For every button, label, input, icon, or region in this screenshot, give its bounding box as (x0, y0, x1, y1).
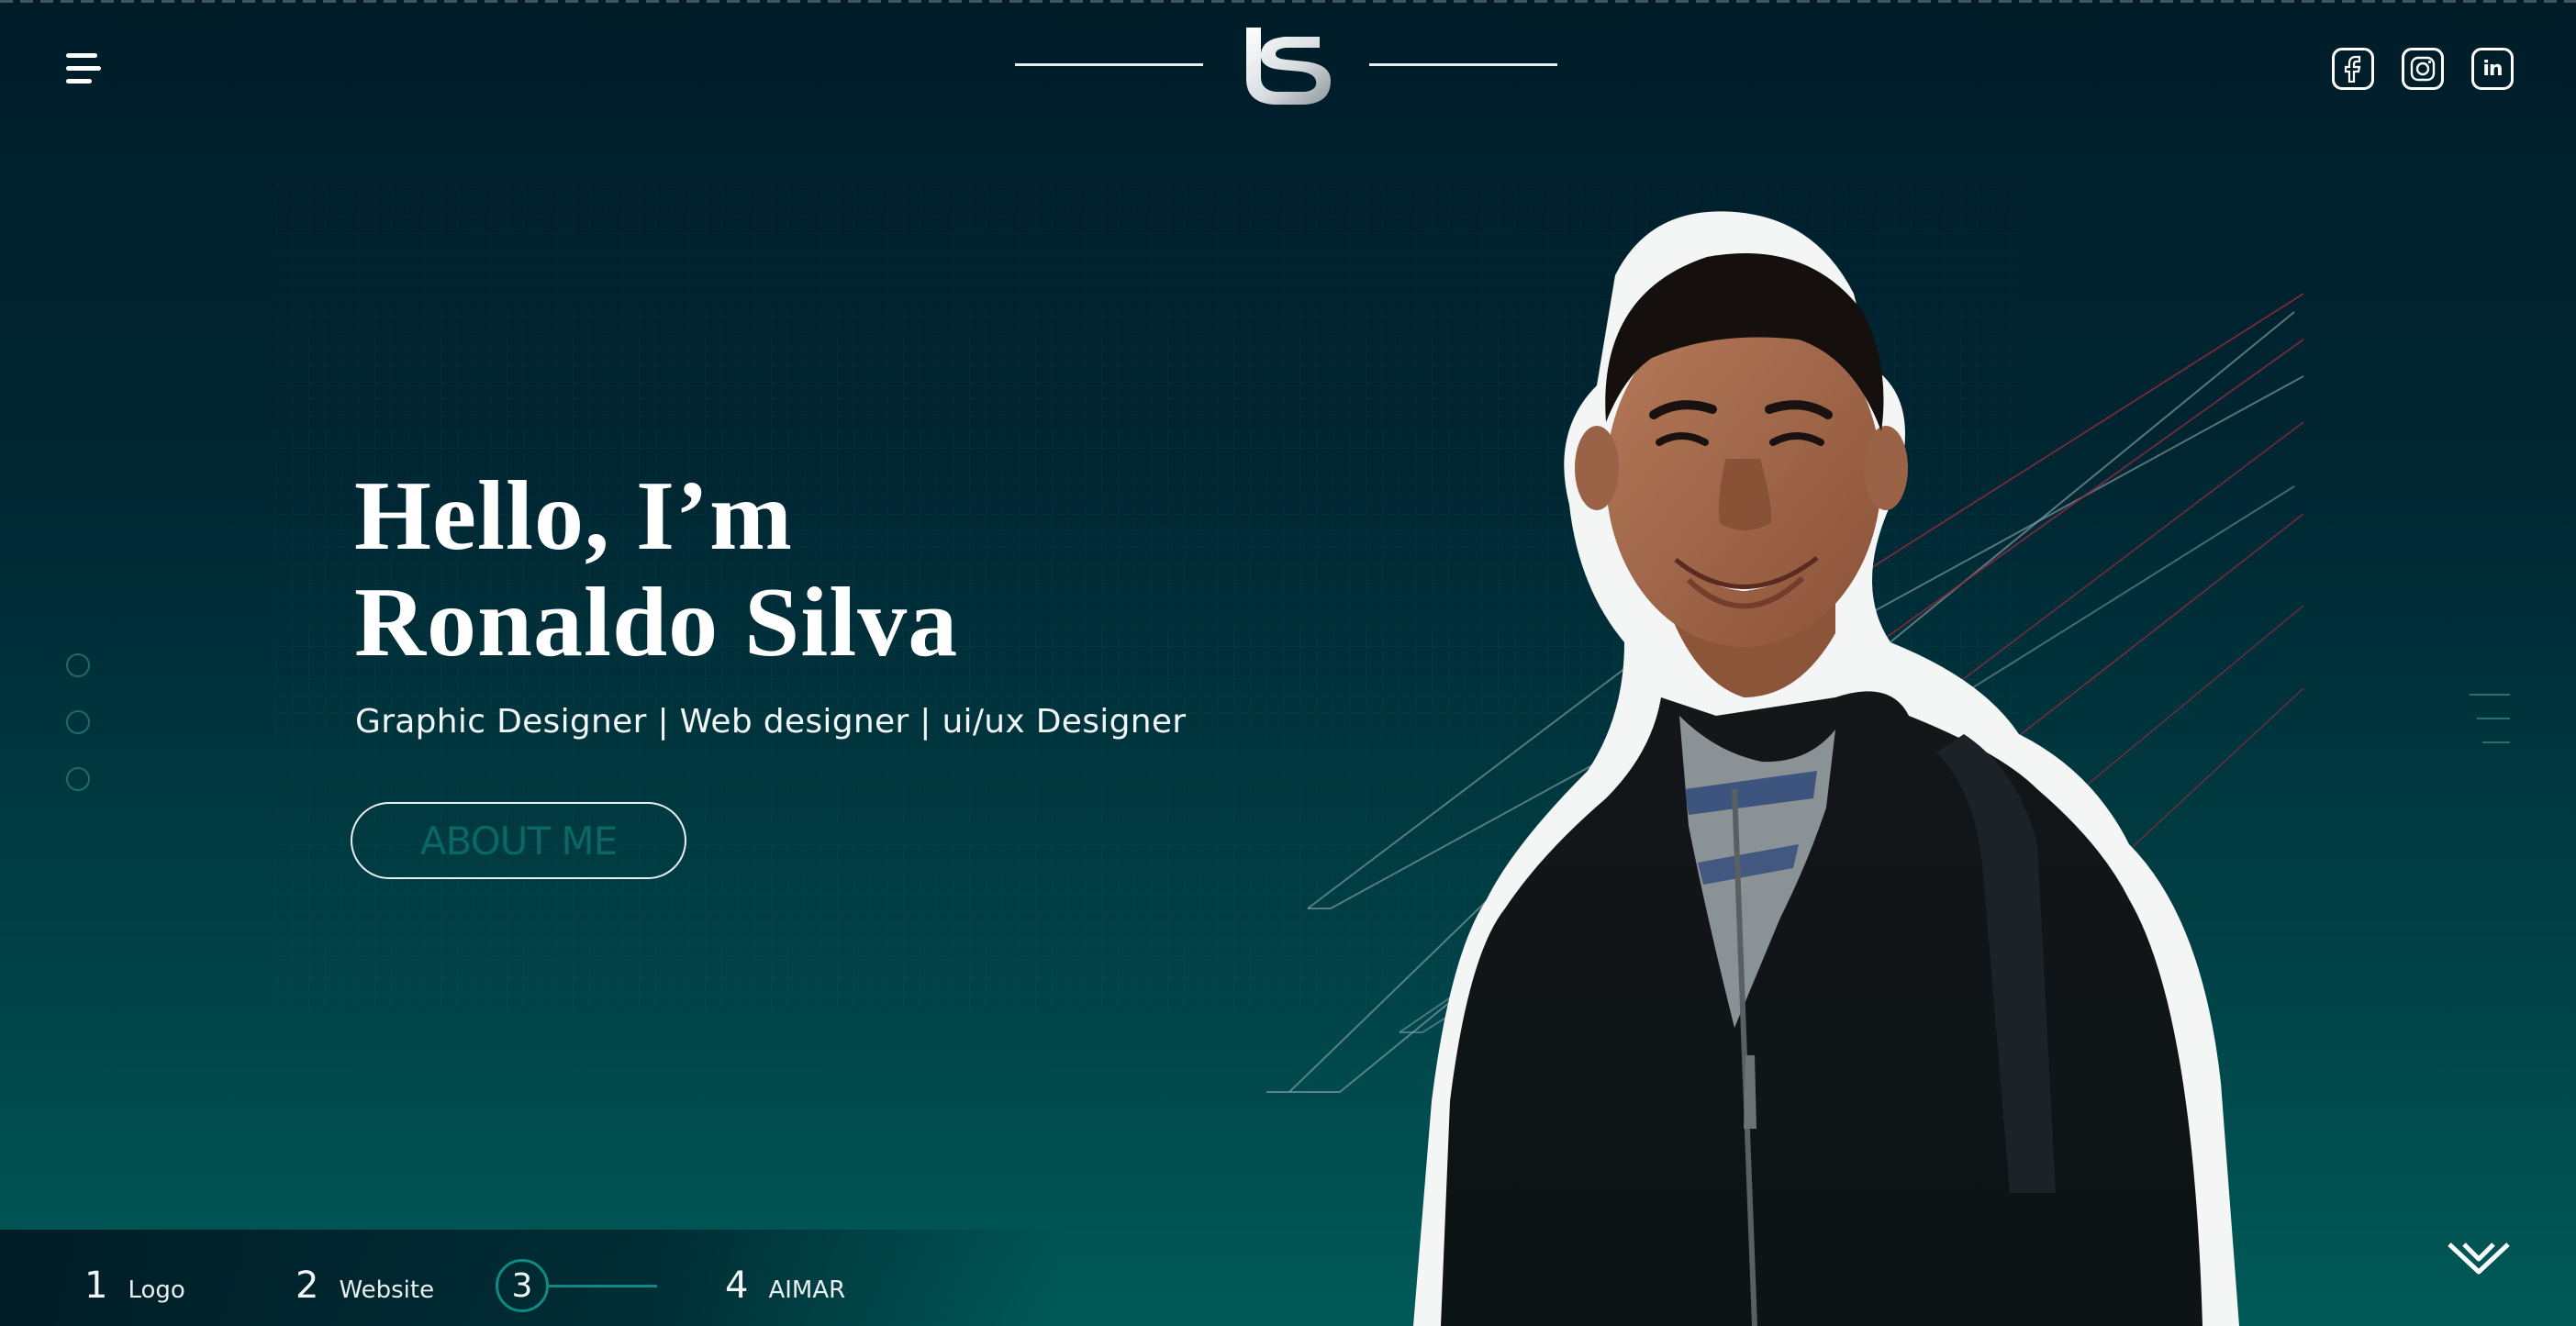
slide-dot[interactable] (66, 710, 90, 734)
hero-title-line-1: Hello, I’m (354, 462, 793, 571)
nav-item-label: Website (339, 1276, 435, 1304)
ls-logo[interactable] (1241, 24, 1333, 106)
nav-item-website[interactable]: 2 Website (296, 1265, 434, 1307)
nav-item-label: Logo (128, 1276, 185, 1304)
nav-item-number: 2 (296, 1265, 319, 1307)
right-tick-decoration (2470, 694, 2510, 765)
nav-item-aimar[interactable]: 4 AIMAR (725, 1265, 845, 1307)
nav-item-active[interactable]: 3 (496, 1259, 549, 1312)
instagram-icon[interactable] (2402, 48, 2444, 90)
nav-active-indicator-line (549, 1285, 657, 1287)
nav-item-number: 1 (84, 1265, 108, 1307)
about-me-button[interactable]: ABOUT ME (351, 802, 686, 879)
profile-photo (1413, 211, 2239, 1326)
slide-dot[interactable] (66, 653, 90, 677)
hero-title: Hello, I’m Ronaldo Silva (354, 463, 958, 676)
nav-item-number: 4 (725, 1265, 749, 1307)
hamburger-menu-icon[interactable] (66, 53, 105, 86)
hero-title-line-2: Ronaldo Silva (354, 568, 959, 677)
nav-item-logo[interactable]: 1 Logo (84, 1265, 185, 1307)
double-chevron-down-icon[interactable] (2446, 1239, 2512, 1281)
slide-dots (66, 653, 90, 824)
facebook-icon[interactable] (2332, 48, 2374, 90)
logo-left-line (1015, 63, 1203, 66)
linkedin-glyph: in (2482, 57, 2503, 81)
nav-item-number: 3 (511, 1266, 533, 1305)
nav-item-label: AIMAR (768, 1276, 846, 1304)
logo-right-line (1369, 63, 1557, 66)
linkedin-icon[interactable]: in (2471, 48, 2514, 90)
slide-dot[interactable] (66, 767, 90, 791)
portfolio-hero-page: in Hello, I’m Ronaldo Silva Graphic Desi… (0, 0, 2576, 1326)
hero-subtitle: Graphic Designer | Web designer | ui/ux … (355, 703, 1187, 741)
social-links: in (2332, 48, 2514, 90)
top-dashed-decoration (0, 0, 2576, 3)
